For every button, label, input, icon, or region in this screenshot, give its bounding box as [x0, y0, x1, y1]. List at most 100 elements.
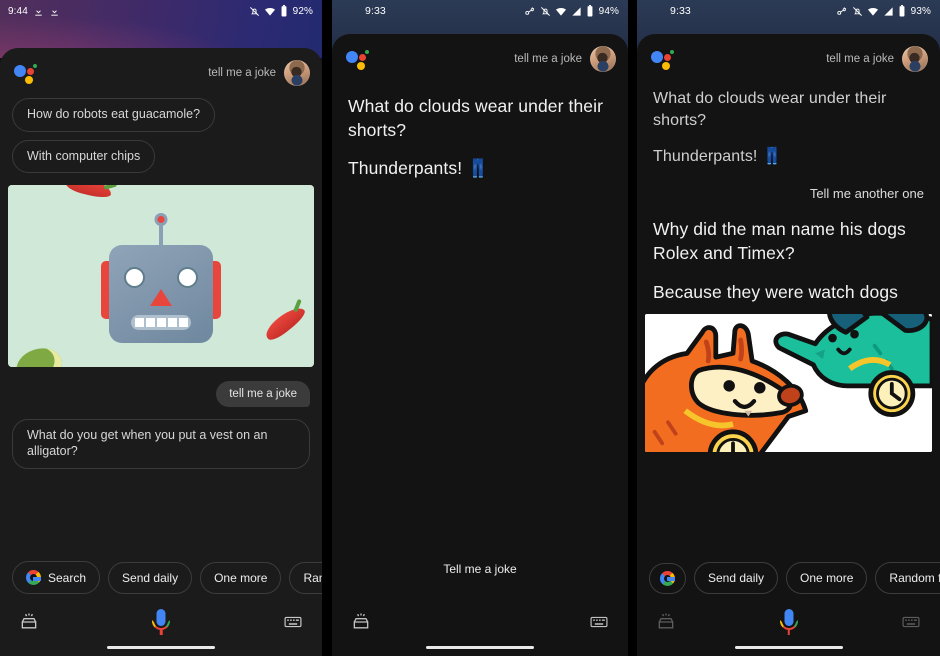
wifi-icon — [264, 7, 275, 16]
clock-1: 9:44 — [8, 5, 28, 17]
answer-line-question-3: Why did the man name his dogs Rolex and … — [653, 219, 906, 264]
bottom-bar-1 — [0, 602, 322, 642]
keyboard-icon[interactable] — [282, 612, 304, 632]
microphone-icon[interactable] — [779, 609, 799, 635]
battery-icon — [899, 5, 905, 17]
explore-inbox-icon[interactable] — [18, 612, 40, 632]
chip-label: Search — [48, 570, 87, 585]
user-message-3: Tell me another one — [809, 186, 924, 202]
google-assistant-logo-icon — [651, 48, 677, 70]
listening-hint-2: Tell me a joke — [443, 562, 517, 576]
assistant-header-3: tell me a joke — [637, 34, 940, 72]
phone-panel-thunderpants: 9:33 94% tell me a joke What do clouds w… — [332, 0, 628, 656]
header-query-text-1: tell me a joke — [208, 67, 276, 79]
assistant-sheet-3: tell me a joke What do clouds wear under… — [637, 34, 940, 656]
home-indicator-3[interactable] — [734, 646, 843, 649]
chip-random-fun[interactable]: Random fun — [875, 562, 940, 594]
panel-2-screen: 9:33 94% tell me a joke What do clouds w… — [332, 0, 628, 656]
keyboard-icon[interactable] — [900, 612, 922, 632]
bottom-bar-2 — [332, 602, 628, 642]
clock-3: 9:33 — [670, 5, 691, 17]
status-bar-left-1: 9:44 — [8, 6, 60, 17]
suggestion-bubble-question[interactable]: How do robots eat guacamole? — [12, 98, 216, 132]
home-indicator-1[interactable] — [107, 646, 215, 649]
battery-percent-2: 94% — [598, 5, 619, 17]
answer-block-2: What do clouds wear under their shorts? … — [332, 94, 628, 180]
wifi-icon — [867, 7, 878, 16]
assistant-header-2: tell me a joke — [332, 34, 628, 72]
screenshot-stage: 9:44 92% tell me a joke How do robots ea… — [0, 0, 940, 656]
notifications-off-icon — [249, 6, 259, 16]
prev-answer-punchline-3: Thunderpants! 👖 — [653, 148, 783, 166]
battery-icon — [587, 5, 593, 17]
user-avatar-1[interactable] — [284, 60, 310, 86]
panel-1-screen: 9:44 92% tell me a joke How do robots ea… — [0, 0, 322, 656]
panel-1-footer: Search Send daily One more Random fun — [0, 561, 322, 656]
assistant-reply-bubble[interactable]: What do you get when you put a vest on a… — [12, 419, 310, 469]
dogs-artwork — [645, 313, 932, 452]
suggestion-bubble-answer[interactable]: With computer chips — [12, 139, 156, 174]
suggestion-row-1b: With computer chips — [0, 139, 322, 174]
user-message-row-1: tell me a joke — [0, 381, 322, 408]
panel-3-screen: 9:33 93% tell me a joke What do clouds w… — [637, 0, 940, 656]
download-icon — [35, 6, 42, 16]
wifi-icon — [555, 7, 566, 16]
home-indicator-2[interactable] — [426, 646, 534, 649]
screen-cast-icon — [836, 6, 846, 15]
battery-percent-1: 92% — [292, 5, 313, 17]
notifications-off-icon — [540, 6, 550, 16]
chip-row-1: Search Send daily One more Random fun — [0, 561, 322, 594]
status-bar-right-2: 94% — [524, 5, 619, 17]
google-g-icon — [660, 570, 675, 586]
chip-send-daily[interactable]: Send daily — [694, 562, 779, 594]
suggestion-row-1a: How do robots eat guacamole? — [0, 98, 322, 132]
header-query-text-3: tell me a joke — [826, 53, 894, 65]
battery-icon — [281, 5, 287, 17]
status-bar-2: 9:33 94% — [332, 0, 628, 22]
chip-send-daily[interactable]: Send daily — [108, 561, 193, 594]
chip-one-more[interactable]: One more — [200, 561, 282, 594]
header-query-text-2: tell me a joke — [514, 53, 582, 65]
assistant-bubble-row-1: What do you get when you put a vest on a… — [0, 419, 322, 469]
assistant-sheet-1: tell me a joke How do robots eat guacamo… — [0, 48, 322, 656]
status-bar-left-3: 9:33 — [646, 5, 691, 17]
chip-search[interactable]: Search — [12, 561, 101, 594]
keyboard-icon[interactable] — [588, 612, 610, 632]
clock-2: 9:33 — [365, 5, 386, 17]
panel-3-footer: Send daily One more Random fun — [637, 562, 940, 656]
answer-line-question-2: What do clouds wear under their shorts? — [348, 96, 604, 141]
user-message-chip-1: tell me a joke — [216, 381, 310, 408]
assistant-sheet-2: tell me a joke What do clouds wear under… — [332, 34, 628, 656]
assistant-header-1: tell me a joke — [0, 48, 322, 86]
phone-panel-watch-dogs: 9:33 93% tell me a joke What do clouds w… — [637, 0, 940, 656]
google-assistant-logo-icon — [14, 62, 40, 84]
screen-cast-icon — [524, 6, 534, 15]
signal-icon — [572, 6, 581, 16]
explore-inbox-icon[interactable] — [350, 612, 372, 632]
status-bar-1: 9:44 92% — [0, 0, 322, 22]
chip-random-fun[interactable]: Random fun — [289, 561, 322, 594]
chip-one-more[interactable]: One more — [786, 562, 868, 594]
two-dogs-with-watches-illustration[interactable] — [645, 313, 932, 452]
answer-line-punchline-2: Thunderpants! 👖 — [348, 158, 490, 179]
answer-line-punchline-3: Because they were watch dogs — [653, 281, 899, 302]
chip-row-3: Send daily One more Random fun — [637, 562, 940, 594]
prev-answer-question-3: What do clouds wear under their shorts? — [653, 90, 887, 130]
user-avatar-3[interactable] — [902, 46, 928, 72]
answer-block-3: Why did the man name his dogs Rolex and … — [637, 217, 940, 303]
download-icon — [51, 6, 58, 16]
robot-guacamole-illustration[interactable] — [8, 185, 314, 368]
signal-icon — [884, 6, 893, 16]
chip-google-search[interactable] — [649, 562, 686, 594]
status-bar-right-3: 93% — [836, 5, 931, 17]
microphone-icon[interactable] — [151, 609, 171, 635]
bottom-bar-3 — [637, 602, 940, 642]
user-avatar-2[interactable] — [590, 46, 616, 72]
phone-panel-robot-joke: 9:44 92% tell me a joke How do robots ea… — [0, 0, 322, 656]
panel-2-footer: Tell me a joke — [332, 562, 628, 656]
explore-inbox-icon[interactable] — [655, 612, 677, 632]
google-assistant-logo-icon — [346, 48, 372, 70]
notifications-off-icon — [852, 6, 862, 16]
google-g-icon — [26, 570, 41, 585]
status-bar-right-1: 92% — [249, 5, 313, 17]
